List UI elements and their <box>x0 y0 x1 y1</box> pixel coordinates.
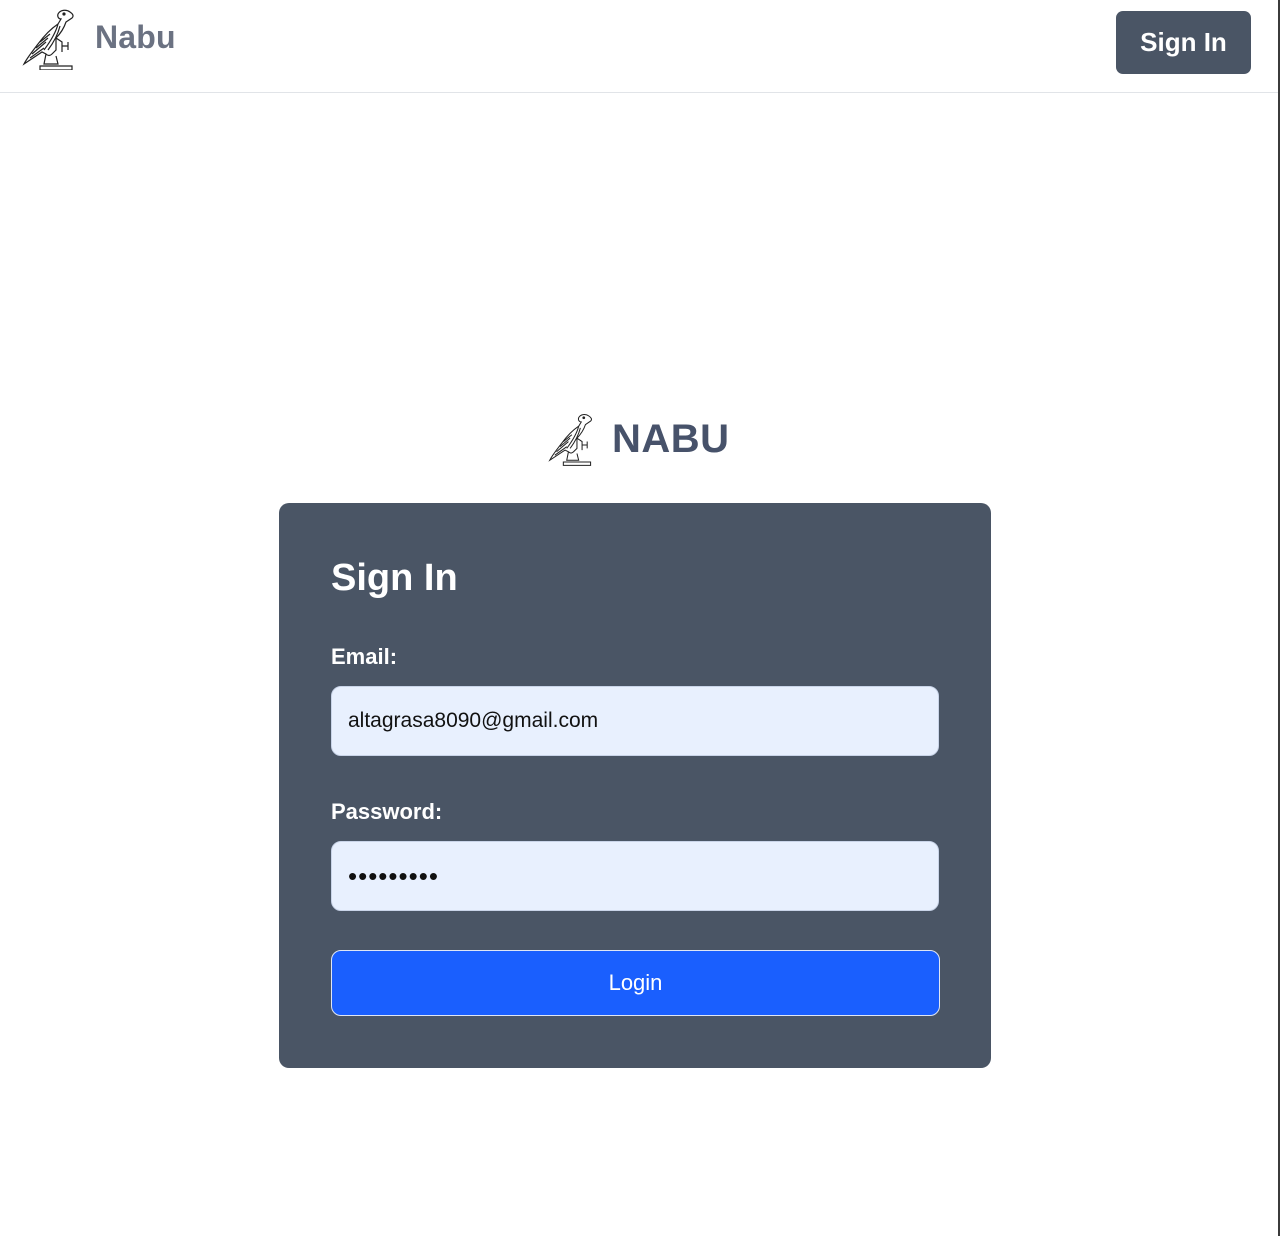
brand[interactable]: Nabu <box>22 8 176 70</box>
sign-in-card: Sign In Email: Password: Login <box>279 503 991 1068</box>
top-navbar: Nabu Sign In <box>0 0 1278 93</box>
brand-name: Nabu <box>95 19 176 55</box>
falcon-icon <box>548 414 592 466</box>
password-label: Password: <box>331 799 443 824</box>
email-label: Email: <box>331 644 398 669</box>
email-field[interactable] <box>331 686 939 756</box>
falcon-icon <box>22 9 74 70</box>
page: Nabu Sign In NABU Sign In Email: Passwor… <box>0 0 1280 1236</box>
login-button[interactable]: Login <box>331 950 940 1016</box>
center-brand-name: NABU <box>612 417 730 461</box>
nav-sign-in-button[interactable]: Sign In <box>1116 11 1251 74</box>
sign-in-title: Sign In <box>331 557 458 599</box>
center-brand: NABU <box>548 412 730 466</box>
password-field[interactable] <box>331 841 939 911</box>
